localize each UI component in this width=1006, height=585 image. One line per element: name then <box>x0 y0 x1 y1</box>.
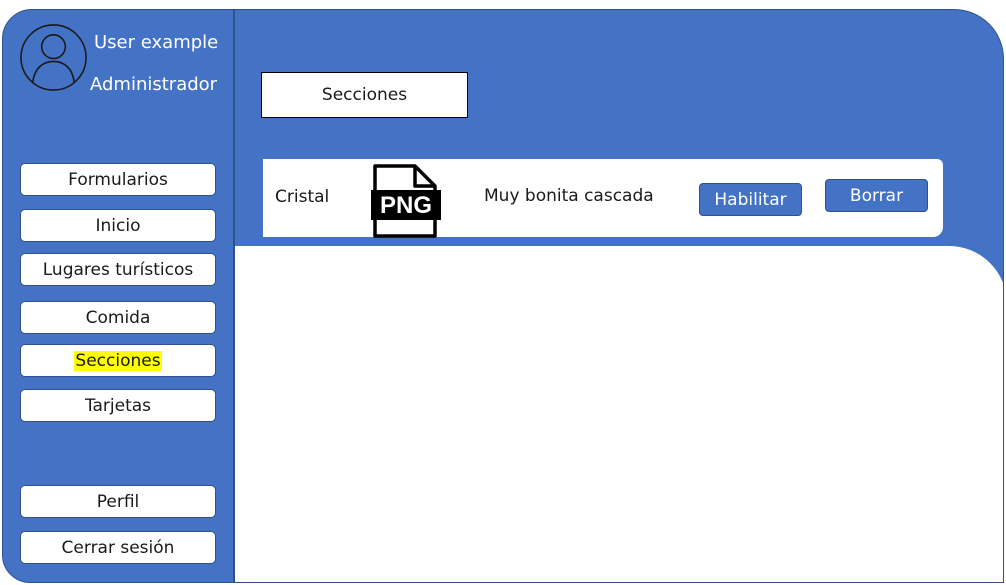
profile-button-label: Perfil <box>96 491 140 512</box>
section-row: Cristal PNG Muy bonita cascada Habilitar… <box>263 159 943 238</box>
sidebar-item-label: Lugares turísticos <box>42 259 194 280</box>
profile-button[interactable]: Perfil <box>20 485 216 518</box>
delete-button-label: Borrar <box>849 185 904 206</box>
sidebar-item-label: Comida <box>85 307 151 328</box>
sidebar-item-secciones[interactable]: Secciones <box>20 344 216 377</box>
sidebar-item-inicio[interactable]: Inicio <box>20 209 216 242</box>
content-area <box>235 246 1003 582</box>
enable-button-label: Habilitar <box>714 189 787 210</box>
delete-button[interactable]: Borrar <box>825 179 928 212</box>
section-name: Cristal <box>275 187 330 207</box>
sidebar-item-label-active: Secciones <box>74 350 162 371</box>
sidebar-item-label: Inicio <box>95 215 141 236</box>
sidebar-item-comida[interactable]: Comida <box>20 301 216 334</box>
user-role: Administrador <box>90 74 218 95</box>
logout-button-label: Cerrar sesión <box>61 537 175 558</box>
logout-button[interactable]: Cerrar sesión <box>20 531 216 564</box>
enable-button[interactable]: Habilitar <box>699 183 802 216</box>
page-title: Secciones <box>261 72 468 118</box>
png-file-icon: PNG <box>371 164 441 238</box>
file-type-label: PNG <box>380 192 432 219</box>
user-avatar-icon <box>20 24 87 91</box>
app-frame: User example Administrador Formularios I… <box>2 9 1004 583</box>
sidebar-item-formularios[interactable]: Formularios <box>20 163 216 196</box>
section-description: Muy bonita cascada <box>484 186 654 206</box>
sidebar-item-label: Tarjetas <box>84 395 152 416</box>
sidebar-item-tarjetas[interactable]: Tarjetas <box>20 389 216 422</box>
sidebar-item-lugares-turisticos[interactable]: Lugares turísticos <box>20 253 216 286</box>
user-name: User example <box>94 32 219 53</box>
sidebar-item-label: Formularios <box>68 169 168 190</box>
